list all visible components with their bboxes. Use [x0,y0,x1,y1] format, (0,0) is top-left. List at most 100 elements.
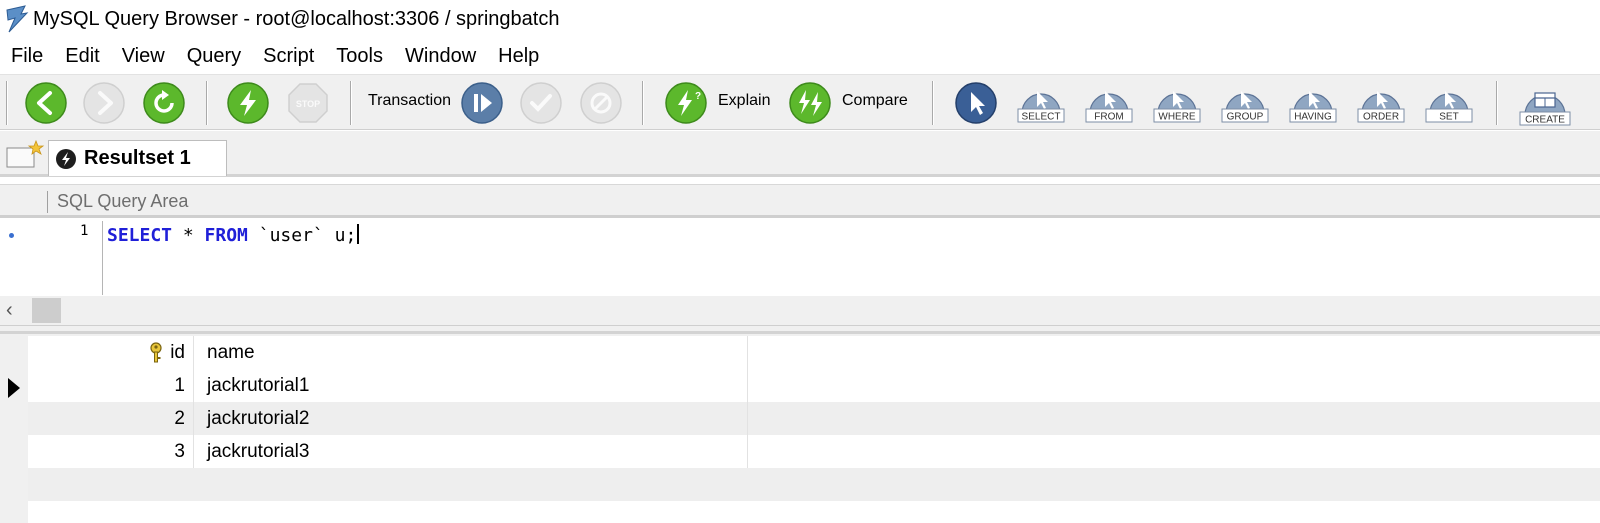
clause-select-icon: SELECT [1017,91,1065,123]
compare-button[interactable] [788,81,832,125]
svg-text:?: ? [695,91,701,102]
panel-splitter[interactable] [0,325,1600,334]
sql-token-table: `user` u; [247,225,357,246]
cell-id[interactable]: 2 [28,402,194,435]
clause-from-label: FROM [1094,112,1123,123]
cell-id[interactable]: 1 [28,369,194,402]
cell-name[interactable]: jackrutorial1 [195,369,748,402]
menu-view[interactable]: View [111,45,176,68]
svg-text:STOP: STOP [296,99,320,109]
explain-button[interactable]: ? [664,81,708,125]
rollback-icon [580,82,622,124]
compare-label[interactable]: Compare [842,92,908,110]
clause-order-icon: ORDER [1357,91,1405,123]
clause-group-button[interactable]: GROUP [1220,81,1270,125]
sql-keyword-from: FROM [204,225,248,246]
clause-set-label: SET [1439,112,1458,123]
sql-code-line[interactable]: SELECT * FROM `user` u; [107,224,360,246]
empty-row [28,468,1600,501]
clause-order-button[interactable]: ORDER [1356,81,1406,125]
execute-button[interactable] [226,81,270,125]
scroll-thumb[interactable] [32,298,61,323]
table-row[interactable]: 1 jackrutorial1 [28,369,1600,402]
execute-icon [227,82,269,124]
sql-area-label: SQL Query Area [57,191,189,211]
divider [47,191,48,213]
back-button[interactable] [24,81,68,125]
toolbar-separator [350,81,352,125]
clause-where-button[interactable]: WHERE [1152,81,1202,125]
toolbar-separator [1496,81,1498,125]
toolbar-separator [6,81,8,125]
stop-icon: STOP [288,83,328,123]
menu-script[interactable]: Script [252,45,325,68]
sql-token-star: * [172,225,205,246]
clause-having-button[interactable]: HAVING [1288,81,1338,125]
create-button[interactable]: CREATE [1518,81,1572,129]
transaction-label: Transaction [368,92,451,109]
clause-where-label: WHERE [1158,112,1196,123]
result-grid: id name 1 jackrutorial1 2 jackrutorial2 … [0,334,1600,523]
sql-area-header: SQL Query Area [0,184,1600,218]
scroll-left-icon[interactable]: ‹ [6,299,13,322]
toolbar-separator [932,81,934,125]
menu-edit[interactable]: Edit [54,45,110,68]
column-header-name[interactable]: name [195,336,748,369]
menu-file[interactable]: File [0,45,54,68]
new-tab-button[interactable] [6,139,46,168]
clause-from-button[interactable]: FROM [1084,81,1134,125]
column-header-id[interactable]: id [28,336,194,369]
horizontal-scrollbar[interactable]: ‹ [0,296,1600,325]
clause-set-icon: SET [1425,91,1473,123]
clause-group-label: GROUP [1227,112,1264,123]
sql-editor[interactable]: 1 SELECT * FROM `user` u; [0,221,1600,295]
clause-where-icon: WHERE [1153,91,1201,123]
refresh-button[interactable] [142,81,186,125]
explain-icon: ? [665,82,707,124]
menu-window[interactable]: Window [394,45,487,68]
explain-label[interactable]: Explain [718,92,770,110]
current-row-indicator-icon [8,378,20,398]
start-transaction-button[interactable] [460,81,504,125]
toolbar-separator [206,81,208,125]
menu-help[interactable]: Help [487,45,550,68]
clause-group-icon: GROUP [1221,91,1269,123]
tab-label: Resultset 1 [84,147,191,169]
stop-button[interactable]: STOP [286,81,330,125]
tab-resultset-1[interactable]: Resultset 1 [48,140,227,176]
column-header-label: name [207,341,255,363]
table-row[interactable]: 3 jackrutorial3 [28,435,1600,468]
cell-name[interactable]: jackrutorial3 [195,435,748,468]
compare-icon [789,82,831,124]
primary-key-icon [150,341,162,362]
cell-name[interactable]: jackrutorial2 [195,402,748,435]
clause-having-icon: HAVING [1289,91,1337,123]
sql-keyword-select: SELECT [107,225,173,246]
cell-id[interactable]: 3 [28,435,194,468]
table-row[interactable]: 2 jackrutorial2 [28,402,1600,435]
clause-order-label: ORDER [1363,112,1399,123]
pointer-button[interactable] [954,81,998,125]
forward-icon [83,82,125,124]
back-icon [25,82,67,124]
menu-tools[interactable]: Tools [325,45,394,68]
app-logo-icon [6,5,29,33]
new-tab-icon [6,139,45,168]
clause-having-label: HAVING [1294,112,1332,123]
transaction-start-icon [461,82,503,124]
create-label: CREATE [1525,115,1565,126]
clause-set-button[interactable]: SET [1424,81,1474,125]
rollback-button[interactable] [579,81,623,125]
title-bar: MySQL Query Browser - root@localhost:330… [0,0,1600,38]
line-gutter: 1 [0,221,103,295]
line-number: 1 [80,223,89,239]
forward-button[interactable] [82,81,126,125]
grid-header-row: id name [28,336,1600,369]
pointer-icon [955,82,997,124]
empty-row [28,501,1600,523]
text-caret [357,224,360,244]
commit-button[interactable] [519,81,563,125]
clause-select-button[interactable]: SELECT [1016,81,1066,125]
menu-query[interactable]: Query [176,45,252,68]
column-header-label: id [170,341,185,363]
